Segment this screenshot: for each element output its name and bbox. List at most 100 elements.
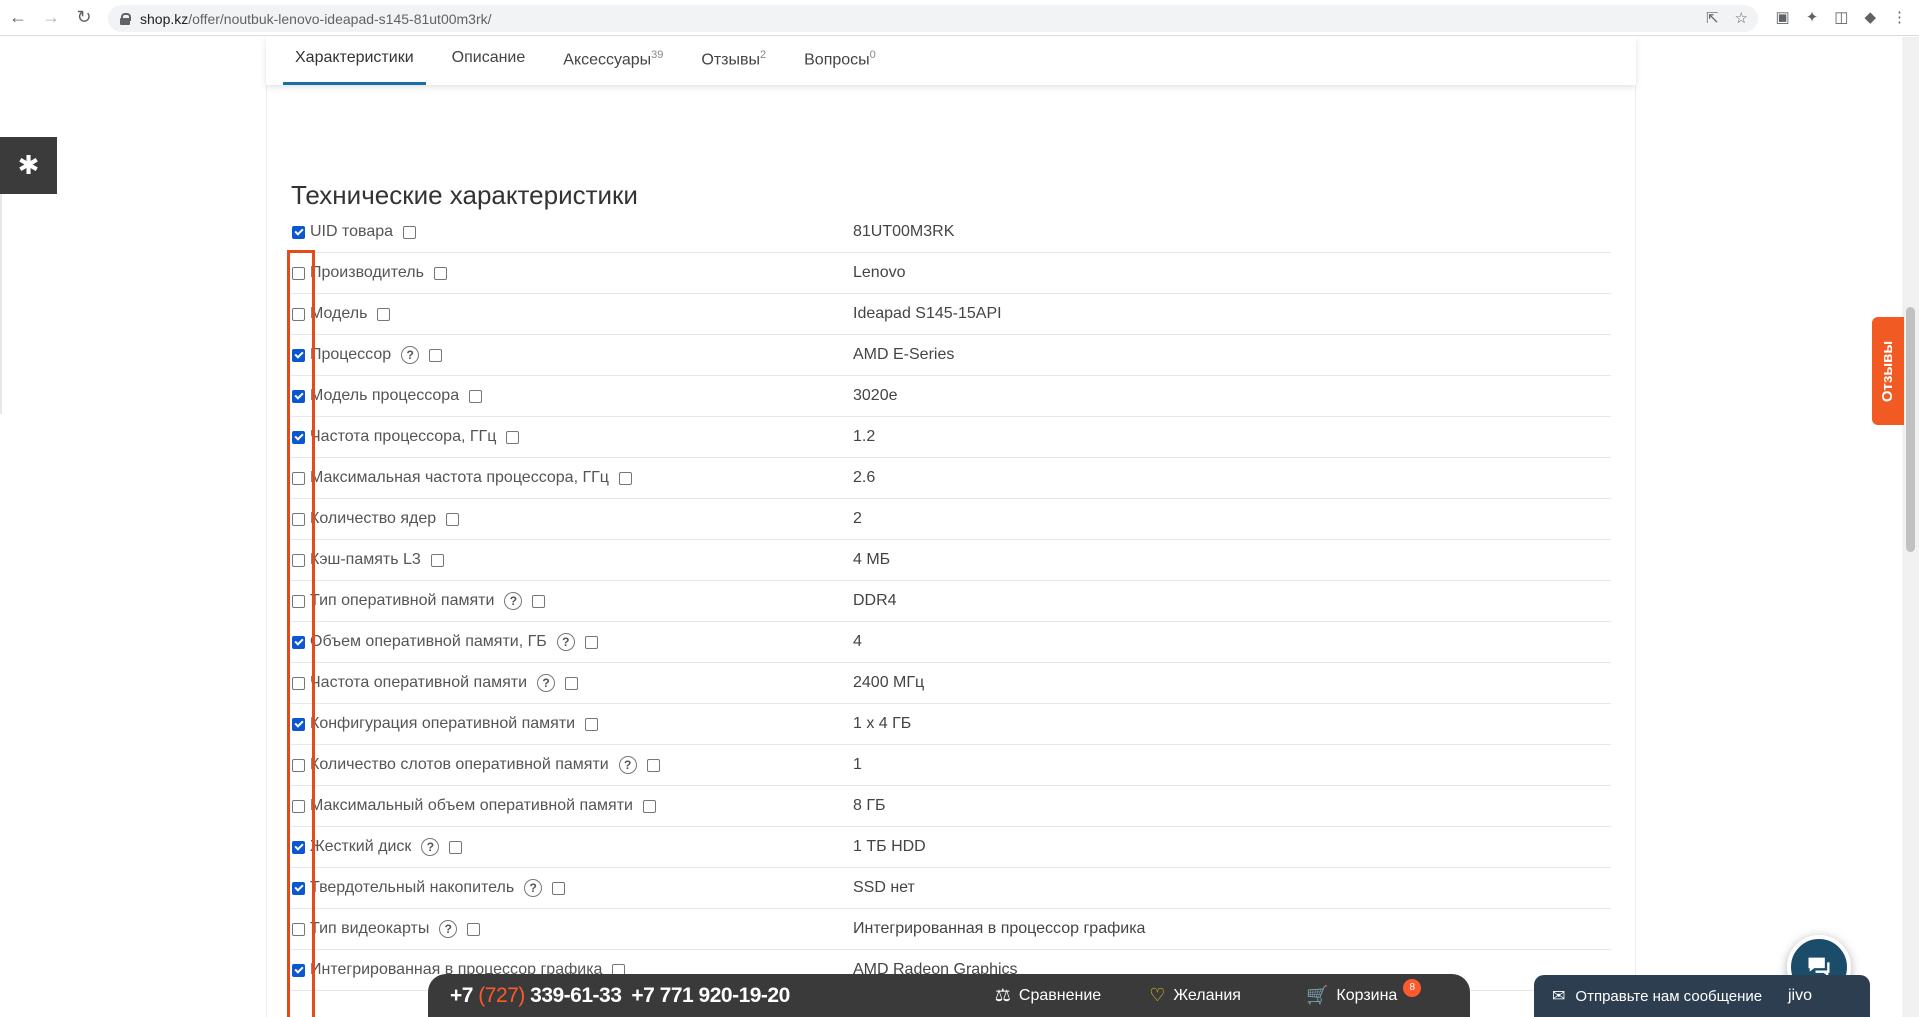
spec-compare-checkbox[interactable] [584,635,598,649]
spec-value: 1 ТБ HDD [853,838,926,855]
spec-row: Частота оперативной памяти? 2400 МГц [291,663,1611,704]
spec-compare-checkbox[interactable] [585,717,599,731]
spec-compare-checkbox[interactable] [403,225,417,239]
spec-select-checkbox[interactable] [292,266,305,280]
jivo-chat-bar[interactable]: ✉ Отправьте нам сообщение jivo [1534,975,1870,1017]
help-icon[interactable]: ? [421,838,440,856]
spec-value: Lenovo [853,264,906,281]
wishlist-button[interactable]: ♡ Желания [1149,985,1241,1006]
spec-name-label: Частота оперативной памяти [310,674,528,691]
spec-name-label: Жесткий диск [310,838,412,855]
tab-questions[interactable]: Вопросы0 [804,37,876,85]
spec-select-checkbox[interactable] [292,717,305,731]
spec-select-checkbox[interactable] [292,512,305,526]
forward-icon[interactable]: → [36,3,66,33]
spec-select-checkbox[interactable] [292,635,305,649]
spec-name-label: Количество ядер [310,510,437,527]
help-icon[interactable]: ? [524,879,543,897]
spec-select-checkbox[interactable] [292,922,305,936]
bookmark-star-icon[interactable]: ☆ [1735,9,1748,27]
spec-name: Производитель [310,264,870,282]
spec-name-label: Тип видеокарты [310,920,430,937]
tab-accessories[interactable]: Аксессуары39 [563,37,663,85]
help-icon[interactable]: ? [439,920,458,938]
spec-select-checkbox[interactable] [292,881,305,895]
spec-compare-checkbox[interactable] [469,389,483,403]
spec-select-checkbox[interactable] [292,430,305,444]
tab-description[interactable]: Описание [452,37,526,85]
sidepanel-icon[interactable]: ◫ [1834,8,1848,26]
tools-icon[interactable]: ✱ [0,137,57,194]
spec-select-checkbox[interactable] [292,225,305,239]
spec-row: Твердотельный накопитель? SSD нет [291,868,1611,909]
spec-select-checkbox[interactable] [292,799,305,813]
help-icon[interactable]: ? [537,674,556,692]
phone-1[interactable]: +7 (727) 339-61-33 [450,984,622,1008]
spec-row: Модель процессора 3020e [291,376,1611,417]
cart-button[interactable]: 🛒 Корзина 8 [1306,978,1422,1006]
spec-name-label: Частота процессора, ГГц [310,428,497,445]
back-icon[interactable]: ← [3,3,33,33]
spec-name: Кэш-память L3 [310,551,870,569]
spec-compare-checkbox[interactable] [430,553,444,567]
spec-name: Тип видеокарты? [310,920,870,938]
spec-compare-checkbox[interactable] [642,799,656,813]
spec-compare-checkbox[interactable] [446,512,460,526]
product-tabs: Характеристики Описание Аксессуары39 Отз… [266,37,1636,85]
spec-row: Объем оперативной памяти, ГБ? 4 [291,622,1611,663]
spec-compare-checkbox[interactable] [552,881,566,895]
compare-button[interactable]: ⚖ Сравнение [995,985,1101,1006]
reviews-side-tab[interactable]: Отзывы [1872,317,1904,425]
help-icon[interactable]: ? [556,633,575,651]
spec-name: Модель [310,305,870,323]
extension-icon[interactable]: ▣ [1776,8,1790,26]
browser-toolbar: ← → ↻ shop.kz/offer/noutbuk-lenovo-ideap… [0,0,1919,36]
help-icon[interactable]: ? [504,592,523,610]
spec-table: UID товара 81UT00M3RK Производитель Lenovo М… [291,212,1611,991]
spec-select-checkbox[interactable] [292,676,305,690]
tab-characteristics[interactable]: Характеристики [283,37,426,85]
spec-name-label: Модель [310,305,368,322]
spec-select-checkbox[interactable] [292,471,305,485]
spec-select-checkbox[interactable] [292,553,305,567]
spec-compare-checkbox[interactable] [433,266,447,280]
spec-name-label: Максимальная частота процессора, ГГц [310,469,609,486]
address-bar[interactable]: shop.kz/offer/noutbuk-lenovo-ideapad-s14… [108,5,1758,32]
help-icon[interactable]: ? [401,346,420,364]
scrollbar[interactable] [1902,37,1919,1017]
spec-compare-checkbox[interactable] [429,348,443,362]
help-icon[interactable]: ? [618,756,637,774]
spec-value: 4 МБ [853,551,891,568]
spec-compare-checkbox[interactable] [565,676,579,690]
scrollbar-thumb[interactable] [1906,307,1915,552]
spec-row: Количество ядер 2 [291,499,1611,540]
spec-compare-checkbox[interactable] [467,922,481,936]
spec-name-label: Процессор [310,346,392,363]
spec-select-checkbox[interactable] [292,963,305,977]
spec-value: 2400 МГц [853,674,925,691]
spec-value: SSD нет [853,879,915,896]
spec-compare-checkbox[interactable] [377,307,391,321]
menu-icon[interactable]: ⋮ [1892,8,1907,26]
spec-select-checkbox[interactable] [292,594,305,608]
spec-name: Максимальный объем оперативной памяти [310,797,870,815]
phone-2[interactable]: +7 771 920-19-20 [631,984,790,1008]
spec-name-label: Модель процессора [310,387,460,404]
spec-compare-checkbox[interactable] [618,471,632,485]
puzzle-icon[interactable]: ✦ [1806,8,1819,26]
spec-compare-checkbox[interactable] [646,758,660,772]
spec-name: Объем оперативной памяти, ГБ? [310,633,870,651]
spec-select-checkbox[interactable] [292,348,305,362]
spec-select-checkbox[interactable] [292,307,305,321]
spec-title: Технические характеристики [291,180,638,210]
reload-icon[interactable]: ↻ [69,3,99,33]
spec-select-checkbox[interactable] [292,758,305,772]
spec-compare-checkbox[interactable] [449,840,463,854]
tab-reviews[interactable]: Отзывы2 [701,37,766,85]
spec-select-checkbox[interactable] [292,389,305,403]
profile-icon[interactable]: ◆ [1864,8,1876,26]
spec-select-checkbox[interactable] [292,840,305,854]
share-icon[interactable]: ⇱ [1706,9,1719,27]
spec-compare-checkbox[interactable] [506,430,520,444]
spec-compare-checkbox[interactable] [532,594,546,608]
